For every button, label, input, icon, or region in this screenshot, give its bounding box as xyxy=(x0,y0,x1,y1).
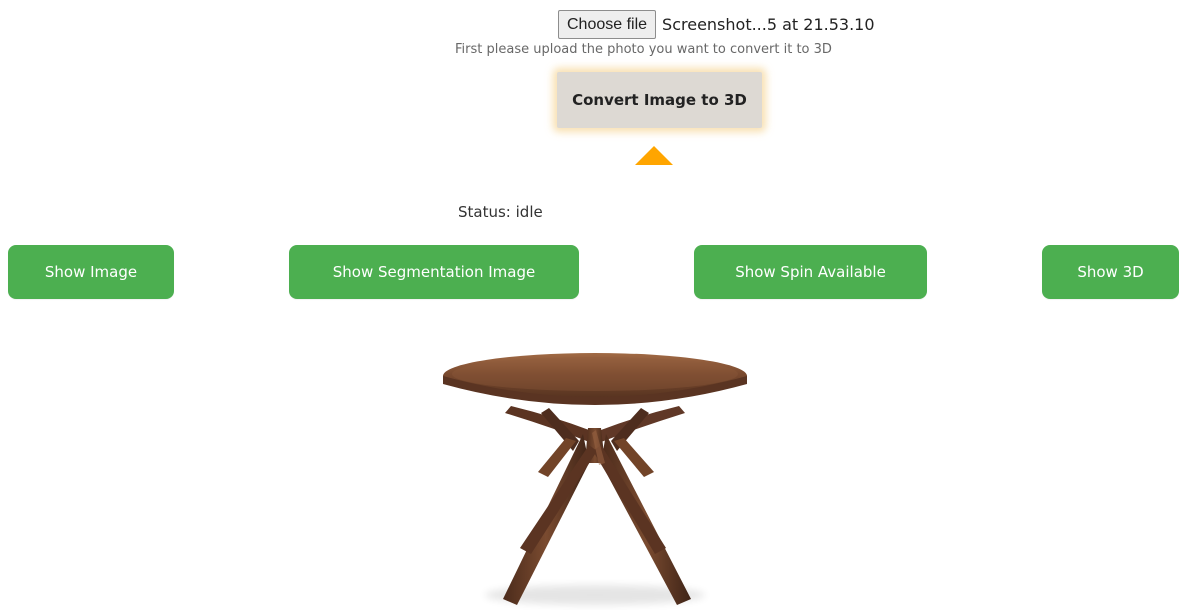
show-spin-available-button[interactable]: Show Spin Available xyxy=(694,245,927,299)
upload-instructions: First please upload the photo you want t… xyxy=(455,42,832,57)
show-image-button[interactable]: Show Image xyxy=(8,245,174,299)
status-value: idle xyxy=(515,203,543,221)
selected-file-name: Screenshot...5 at 21.53.10 xyxy=(662,14,875,34)
status-display: Status: idle xyxy=(458,202,543,222)
show-segmentation-image-button[interactable]: Show Segmentation Image xyxy=(289,245,579,299)
convert-image-to-3d-button[interactable]: Convert Image to 3D xyxy=(557,72,762,128)
image-to-3d-page: Choose file Screenshot...5 at 21.53.10 F… xyxy=(0,0,1179,610)
file-upload-row: Choose file Screenshot...5 at 21.53.10 xyxy=(558,9,875,39)
show-3d-button[interactable]: Show 3D xyxy=(1042,245,1179,299)
status-label: Status: xyxy=(458,203,511,221)
choose-file-button[interactable]: Choose file xyxy=(558,9,657,39)
round-wooden-table-image xyxy=(443,353,747,605)
orange-triangle-icon xyxy=(635,146,673,165)
